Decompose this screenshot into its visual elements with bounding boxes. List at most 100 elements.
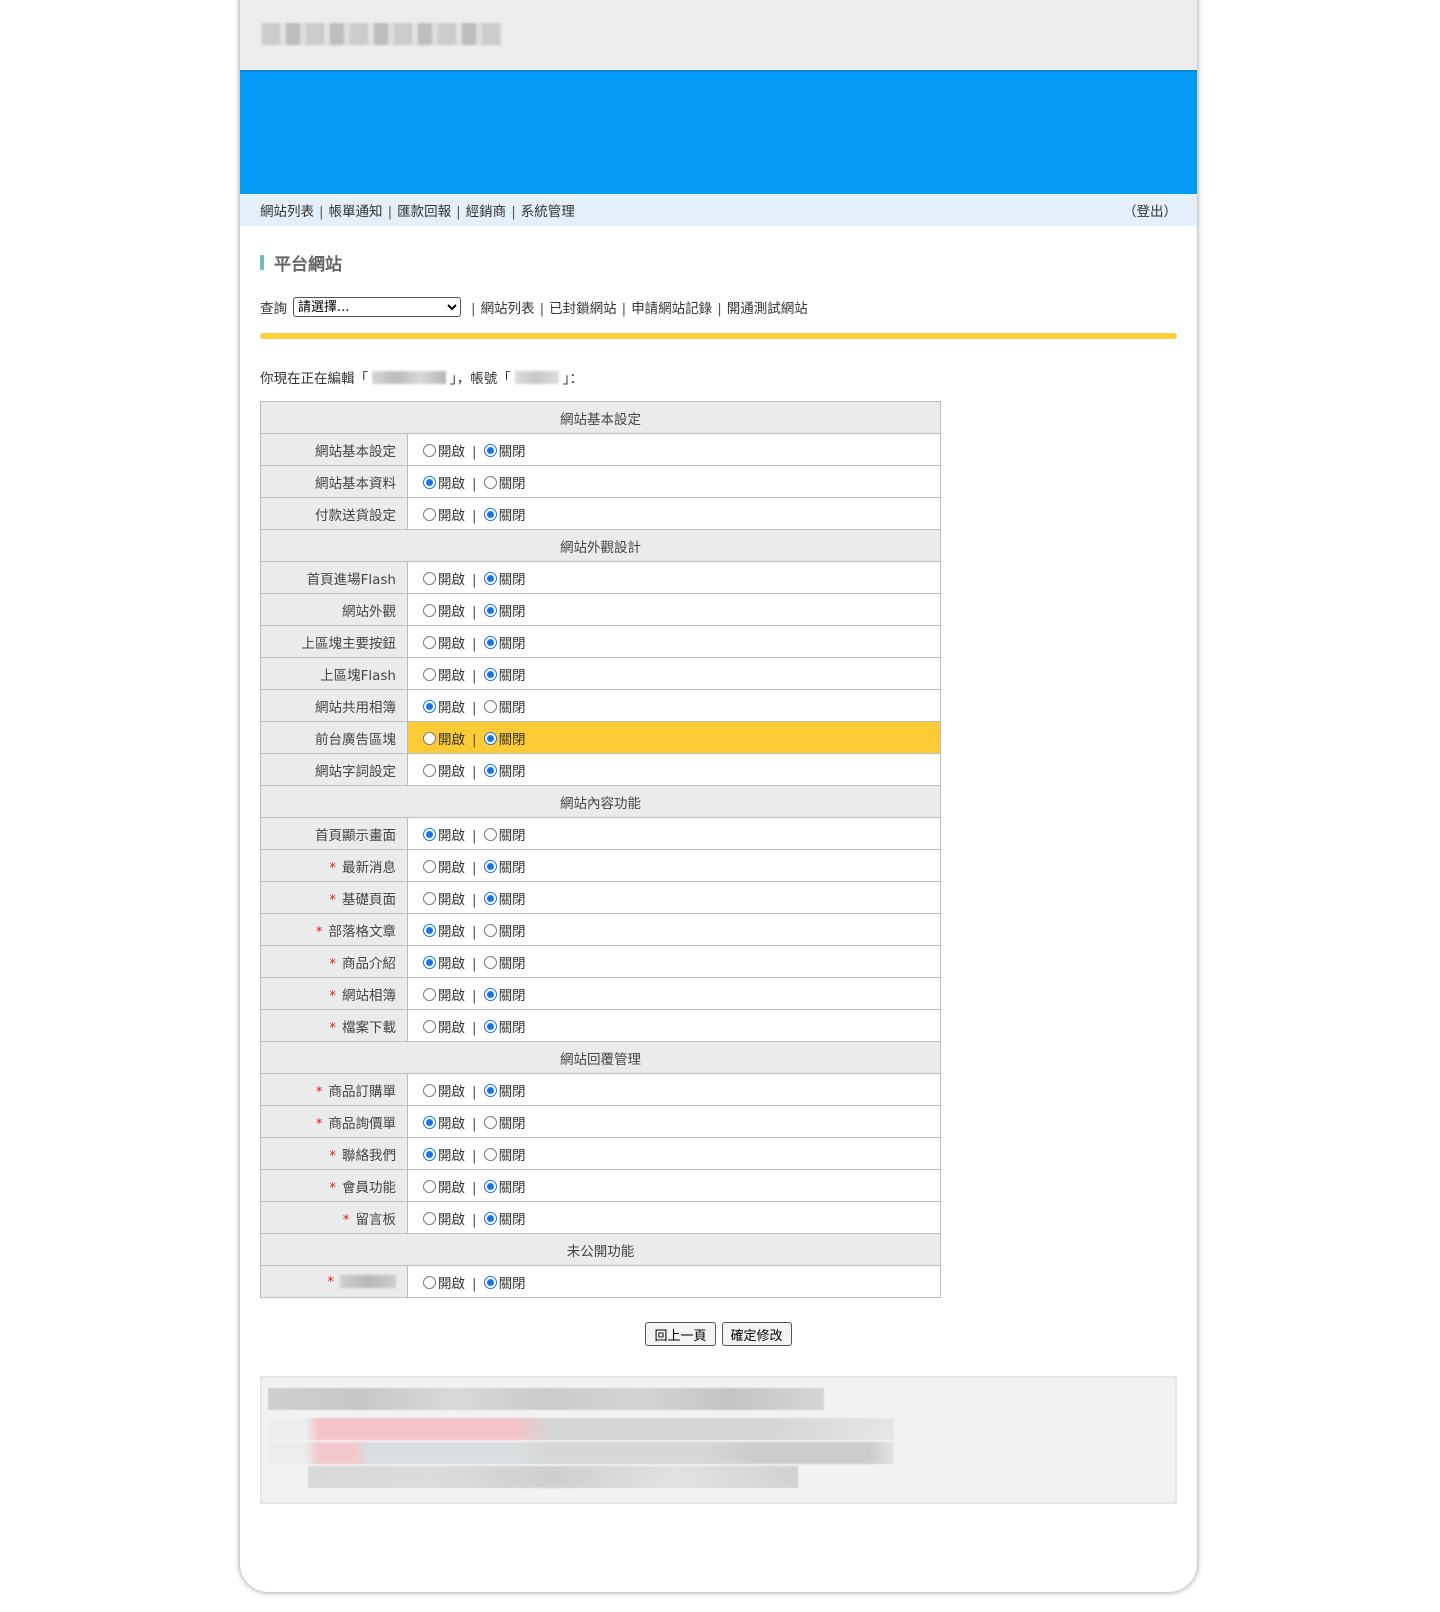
radio-enable[interactable] bbox=[423, 603, 436, 617]
radio-disable[interactable] bbox=[483, 443, 497, 457]
setting-options-cell: 開啟 | 關閉 bbox=[407, 817, 941, 850]
radio-disable[interactable] bbox=[483, 1115, 497, 1129]
radio-disable[interactable] bbox=[483, 603, 497, 617]
radio-disable[interactable] bbox=[483, 699, 497, 713]
radio-enable[interactable] bbox=[423, 1083, 436, 1097]
radio-enable[interactable] bbox=[423, 443, 436, 457]
required-star: * bbox=[329, 955, 336, 972]
radio-disable[interactable] bbox=[483, 923, 497, 937]
option-separator: | bbox=[472, 731, 477, 748]
radio-enable[interactable] bbox=[423, 923, 436, 937]
radio-enable[interactable] bbox=[423, 763, 436, 777]
radio-enable[interactable] bbox=[423, 507, 436, 521]
confirm-button[interactable]: 確定修改 bbox=[721, 1322, 792, 1346]
radio-disable[interactable] bbox=[483, 1179, 497, 1193]
setting-options-cell: 開啟 | 關閉 bbox=[407, 753, 941, 786]
query-select[interactable]: 請選擇... bbox=[293, 297, 461, 317]
radio-disable[interactable] bbox=[483, 891, 497, 905]
radio-enable[interactable] bbox=[423, 699, 436, 713]
radio-enable-label: 開啟 bbox=[438, 859, 465, 876]
radio-enable[interactable] bbox=[423, 955, 436, 969]
setting-label: 上區塊Flash bbox=[320, 667, 396, 684]
query-bar: 查詢 請選擇... | 網站列表 | 已封鎖網站 | 申請網站記錄 | 開通測試網站 bbox=[260, 297, 1177, 317]
required-star: * bbox=[315, 1083, 323, 1100]
radio-enable[interactable] bbox=[423, 667, 436, 681]
radio-enable[interactable] bbox=[423, 1179, 436, 1193]
radio-enable[interactable] bbox=[423, 827, 436, 841]
option-separator: | bbox=[472, 1115, 477, 1132]
radio-enable[interactable] bbox=[423, 571, 436, 585]
divider-line bbox=[260, 333, 1177, 339]
radio-disable[interactable] bbox=[483, 635, 497, 649]
setting-options-cell: 開啟 | 關閉 bbox=[407, 497, 941, 530]
setting-label: 部落格文章 bbox=[328, 923, 397, 940]
setting-row: * 基礎頁面 開啟 | 關閉 bbox=[260, 881, 941, 914]
logout-link[interactable]: （登出） bbox=[1123, 200, 1177, 220]
nav-link[interactable]: 系統管理 bbox=[521, 204, 575, 220]
edit-notice-suffix: 」： bbox=[562, 371, 583, 387]
required-star: * bbox=[315, 923, 323, 940]
setting-label: 網站基本資料 bbox=[315, 475, 396, 492]
radio-enable[interactable] bbox=[423, 475, 436, 489]
nav-separator: | bbox=[511, 204, 516, 220]
radio-disable[interactable] bbox=[483, 827, 497, 841]
radio-enable[interactable] bbox=[423, 1275, 436, 1289]
setting-label-cell: 首頁進場Flash bbox=[260, 561, 408, 594]
radio-disable[interactable] bbox=[483, 731, 497, 745]
setting-label: 上區塊主要按鈕 bbox=[301, 635, 397, 652]
radio-enable[interactable] bbox=[423, 1211, 436, 1225]
redacted-site-name bbox=[372, 370, 446, 384]
radio-enable[interactable] bbox=[423, 859, 436, 873]
radio-enable[interactable] bbox=[423, 1019, 436, 1033]
query-separator: | bbox=[471, 301, 476, 317]
radio-disable[interactable] bbox=[483, 859, 497, 873]
radio-disable[interactable] bbox=[483, 475, 497, 489]
setting-label: 付款送貨設定 bbox=[315, 507, 396, 524]
page-container: 網站列表 | 帳單通知 | 匯款回報 | 經銷商 | 系統管理 （登出） 平台網站 查詢 請選擇… bbox=[240, 0, 1197, 1592]
radio-enable[interactable] bbox=[423, 987, 436, 1001]
setting-label-cell: * bbox=[260, 1265, 408, 1298]
radio-enable[interactable] bbox=[423, 731, 436, 745]
radio-disable-label: 關閉 bbox=[498, 667, 526, 684]
radio-disable[interactable] bbox=[483, 955, 497, 969]
radio-enable[interactable] bbox=[423, 635, 436, 649]
radio-enable[interactable] bbox=[423, 891, 436, 905]
option-separator: | bbox=[472, 475, 477, 492]
radio-disable[interactable] bbox=[483, 1275, 497, 1289]
radio-disable[interactable] bbox=[483, 571, 497, 585]
radio-disable[interactable] bbox=[483, 667, 497, 681]
setting-options-cell: 開啟 | 關閉 bbox=[407, 433, 941, 466]
radio-disable[interactable] bbox=[483, 1147, 497, 1161]
radio-enable[interactable] bbox=[423, 1147, 436, 1161]
nav-link[interactable]: 匯款回報 bbox=[397, 204, 451, 220]
nav-link[interactable]: 帳單通知 bbox=[329, 204, 383, 220]
setting-label-cell: * 商品介紹 bbox=[260, 945, 408, 978]
radio-enable-label: 開啟 bbox=[438, 891, 465, 908]
radio-disable[interactable] bbox=[483, 1019, 497, 1033]
query-link[interactable]: 申請網站記錄 bbox=[631, 301, 712, 317]
radio-disable[interactable] bbox=[483, 763, 497, 777]
footer-line bbox=[268, 1442, 894, 1464]
setting-label-cell: * 網站相簿 bbox=[260, 977, 408, 1010]
radio-disable[interactable] bbox=[483, 1083, 497, 1097]
nav-link[interactable]: 網站列表 bbox=[260, 204, 314, 220]
setting-label-cell: * 檔案下載 bbox=[260, 1009, 408, 1042]
back-button[interactable]: 回上一頁 bbox=[645, 1322, 716, 1346]
radio-disable-label: 關閉 bbox=[498, 635, 526, 652]
radio-disable-label: 關閉 bbox=[498, 923, 526, 940]
radio-disable-label: 關閉 bbox=[498, 443, 526, 460]
nav-link[interactable]: 經銷商 bbox=[466, 204, 507, 220]
section-heading: 平台網站 bbox=[260, 250, 1177, 275]
setting-label: 商品詢價單 bbox=[328, 1115, 397, 1132]
radio-enable[interactable] bbox=[423, 1115, 436, 1129]
query-link[interactable]: 開通測試網站 bbox=[727, 301, 808, 317]
radio-disable[interactable] bbox=[483, 1211, 497, 1225]
radio-disable[interactable] bbox=[483, 507, 497, 521]
radio-disable[interactable] bbox=[483, 987, 497, 1001]
setting-row: 上區塊Flash 開啟 | 關閉 bbox=[260, 657, 941, 690]
setting-row: * 部落格文章 開啟 | 關閉 bbox=[260, 913, 941, 946]
footer-line bbox=[308, 1466, 798, 1488]
query-label: 查詢 bbox=[260, 301, 287, 317]
query-link[interactable]: 已封鎖網站 bbox=[549, 301, 617, 317]
query-link[interactable]: 網站列表 bbox=[481, 301, 535, 317]
